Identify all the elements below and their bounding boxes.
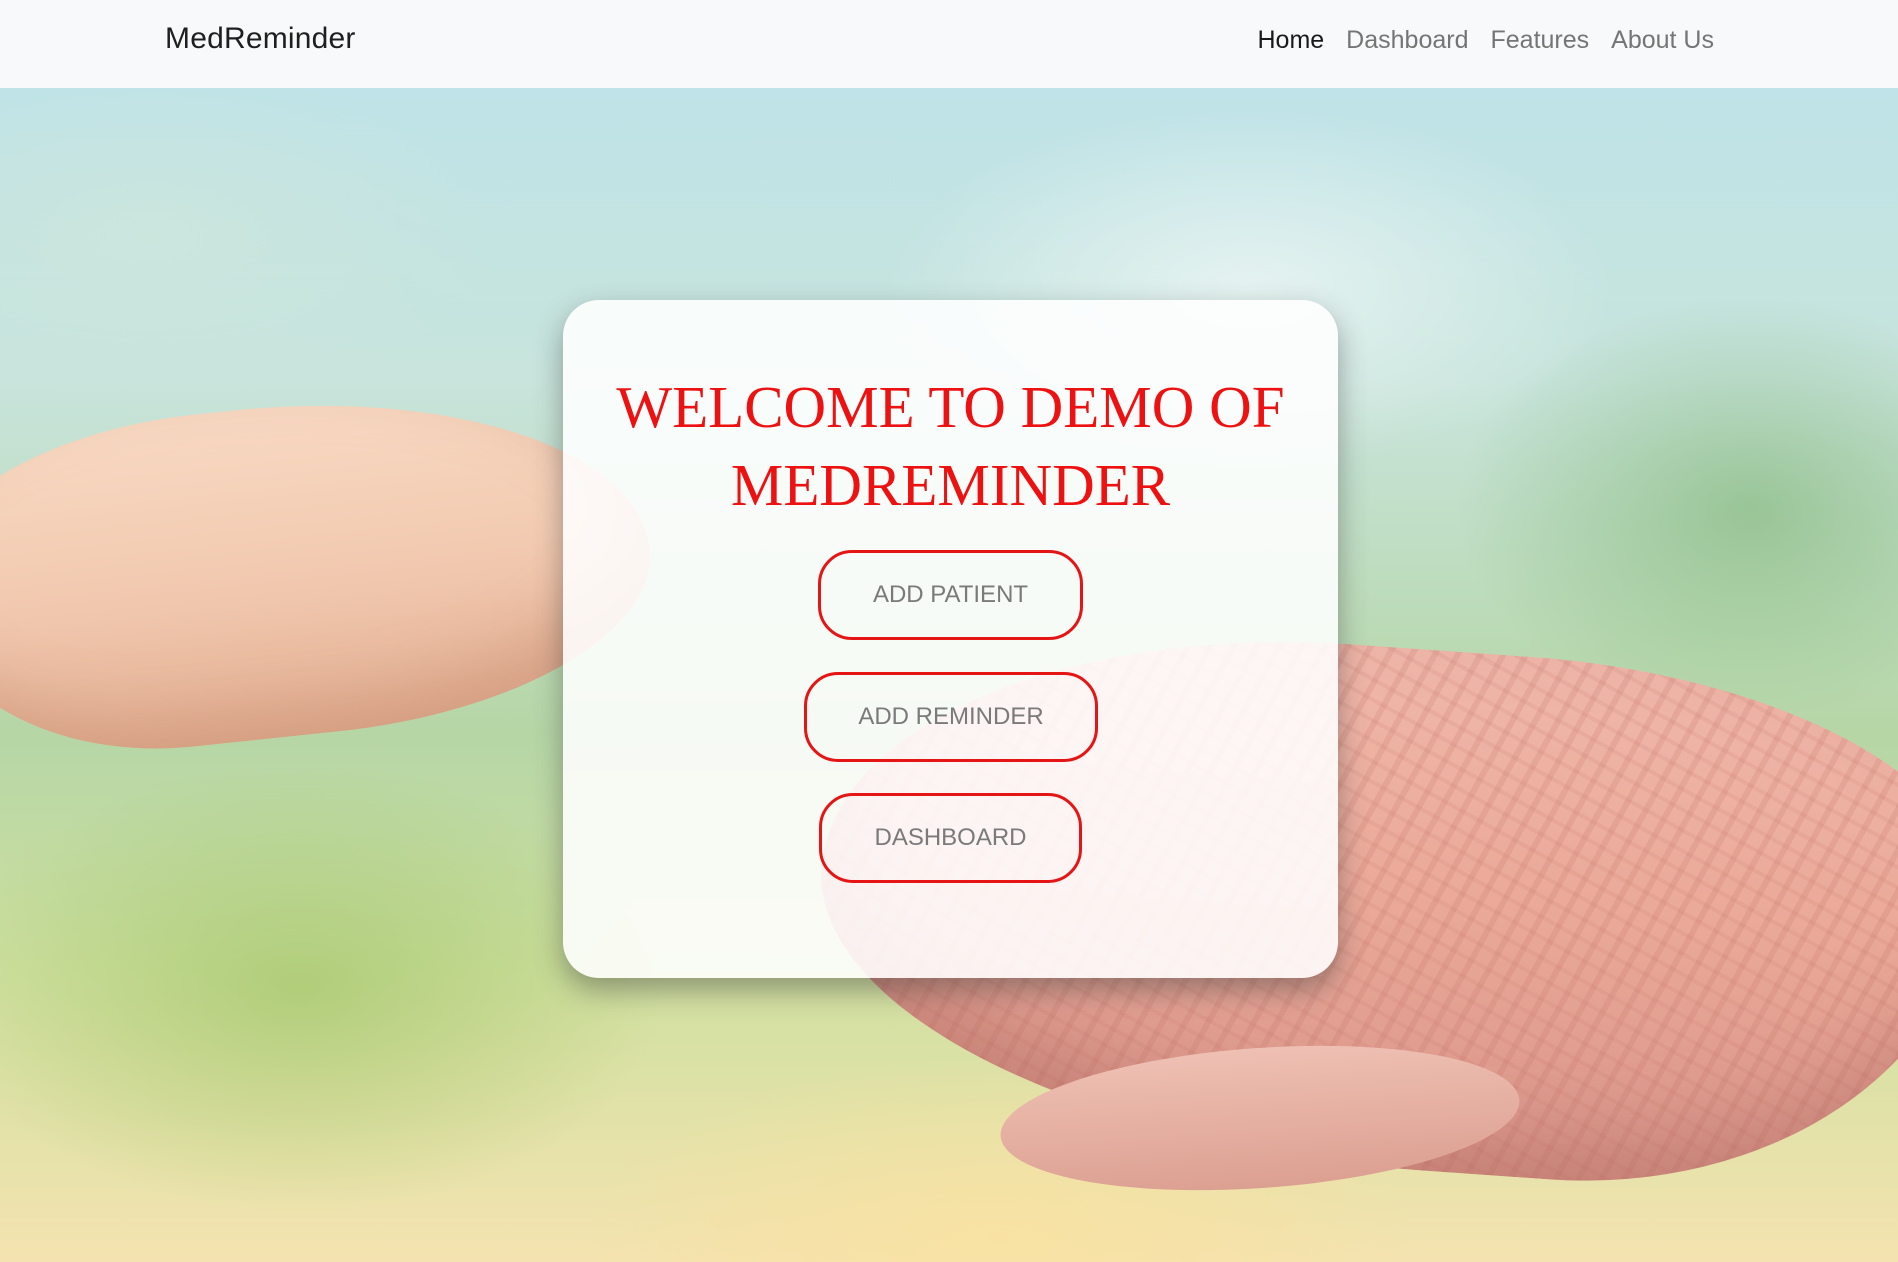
add-patient-button[interactable]: ADD PATIENT	[818, 550, 1083, 640]
page: MedReminder Home Dashboard Features Abou…	[0, 0, 1898, 1262]
welcome-title: WELCOME TO DEMO OF MEDREMINDER	[616, 374, 1285, 518]
nav-link-features[interactable]: Features	[1479, 26, 1600, 55]
dashboard-button[interactable]: DASHBOARD	[819, 793, 1082, 883]
welcome-card: WELCOME TO DEMO OF MEDREMINDER ADD PATIE…	[563, 300, 1338, 978]
add-reminder-button[interactable]: ADD REMINDER	[804, 672, 1098, 762]
navbar: MedReminder Home Dashboard Features Abou…	[0, 0, 1898, 88]
nav-links: Home Dashboard Features About Us	[1246, 26, 1725, 55]
nav-link-home[interactable]: Home	[1246, 26, 1335, 55]
brand-logo[interactable]: MedReminder	[165, 22, 356, 56]
nav-link-dashboard[interactable]: Dashboard	[1335, 26, 1479, 55]
nav-link-about-us[interactable]: About Us	[1600, 26, 1725, 55]
